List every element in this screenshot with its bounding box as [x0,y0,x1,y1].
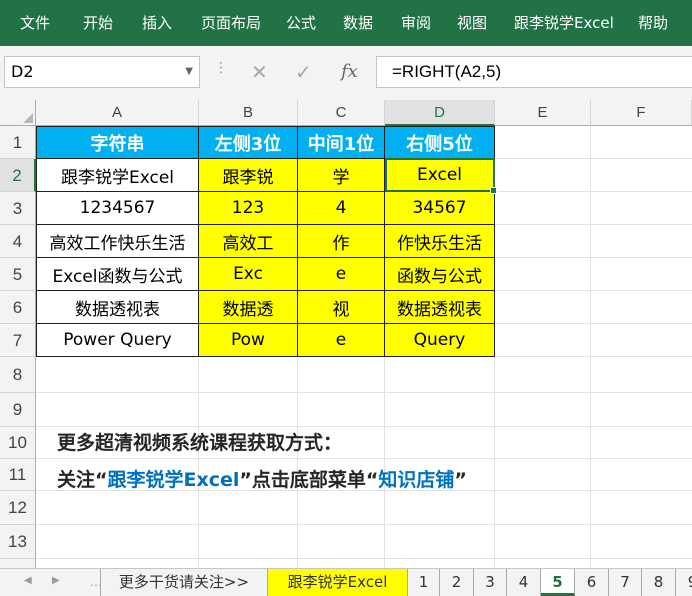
table-cell[interactable]: 123 [199,192,298,225]
promo-text: 关注“ [57,469,108,491]
table-cell[interactable]: 数据透视表 [385,291,495,324]
table-cell[interactable]: 函数与公式 [385,258,495,291]
sheet-tab-bar: ◀ ▶ … 更多干货请关注>> 跟李锐学Excel 1 2 3 4 5 6 7 … [0,568,692,596]
table-cell[interactable]: 跟李锐 [199,159,298,192]
fill-handle[interactable] [490,187,497,194]
name-box-value: D2 [11,62,34,81]
sheet-tab[interactable]: 1 [408,569,440,596]
table-cell[interactable]: 数据透 [199,291,298,324]
cancel-icon[interactable]: ✕ [251,56,268,88]
promo-text: ” [454,469,467,491]
grip-dots-icon: ⋮ [214,60,228,76]
row-header-9[interactable]: 9 [0,393,36,427]
row-header-12[interactable]: 12 [0,491,36,525]
promo-line-2: 关注“跟李锐学Excel”点击底部菜单“知识店铺” [57,465,467,492]
promo-text: ”点击底部菜单“ [239,469,379,491]
table-cell[interactable]: 高效工 [199,225,298,258]
table-cell[interactable]: 视 [298,291,385,324]
select-all-corner[interactable] [0,100,36,126]
formula-input[interactable]: =RIGHT(A2,5) [376,56,692,88]
row-header-14[interactable] [0,559,36,568]
promo-highlight: 知识店铺 [378,469,455,491]
table-cell[interactable]: 1234567 [37,192,199,225]
table-cell[interactable]: e [298,324,385,357]
ribbon-tab-bar: 文件 开始 插入 页面布局 公式 数据 审阅 视图 跟李锐学Excel 帮助 [0,0,692,46]
promo-highlight: 跟李锐学Excel [107,469,240,491]
row-header-8[interactable]: 8 [0,357,36,393]
prev-sheet-icon[interactable]: ◀ [24,575,32,586]
ribbon-tab-data[interactable]: 数据 [343,0,373,46]
table-cell[interactable]: Power Query [37,324,199,357]
row-header-1[interactable]: 1 [0,126,36,159]
ribbon-tab-help[interactable]: 帮助 [638,0,668,46]
table-cell[interactable]: Pow [199,324,298,357]
table-cell[interactable]: 跟李锐学Excel [37,159,199,192]
active-cell[interactable]: Excel [385,159,495,192]
sheet-tab[interactable]: 6 [575,569,609,596]
name-box[interactable]: D2 ▼ [4,56,200,88]
ribbon-tab-layout[interactable]: 页面布局 [201,0,261,46]
row-header-4[interactable]: 4 [0,225,36,258]
ribbon-tab-custom[interactable]: 跟李锐学Excel [514,0,614,46]
sheet-tab-active[interactable]: 5 [541,569,575,596]
table-cell[interactable]: 4 [298,192,385,225]
sheet-tab[interactable]: 更多干货请关注>> [100,569,268,596]
row-header-3[interactable]: 3 [0,192,36,225]
sheet-tab[interactable]: 4 [507,569,541,596]
table-cell[interactable]: 34567 [385,192,495,225]
promo-line-1: 更多超清视频系统课程获取方式： [57,432,343,454]
sheet-tab[interactable]: 8 [642,569,676,596]
table-header-cell[interactable]: 左侧3位 [199,127,298,159]
table-cell[interactable]: 作 [298,225,385,258]
row-header-7[interactable]: 7 [0,324,36,357]
insert-function-icon[interactable]: fx [341,56,358,88]
sheet-tab[interactable]: 9 [676,569,692,596]
table-cell[interactable]: 高效工作快乐生活 [37,225,199,258]
row-header-11[interactable]: 11 [0,459,36,491]
row-header-10[interactable]: 10 [0,427,36,459]
ribbon-tab-insert[interactable]: 插入 [142,0,172,46]
enter-icon[interactable]: ✓ [295,56,312,88]
row-header-6[interactable]: 6 [0,291,36,324]
column-header-b[interactable]: B [199,100,298,126]
sheet-tab[interactable]: 3 [474,569,507,596]
ribbon-tab-home[interactable]: 开始 [83,0,113,46]
sheet-tab[interactable]: 7 [609,569,642,596]
table-cell[interactable]: e [298,258,385,291]
sheet-tab[interactable]: 2 [440,569,474,596]
table-header-cell[interactable]: 右侧5位 [385,127,495,159]
column-header-e[interactable]: E [495,100,591,126]
ribbon-tab-file[interactable]: 文件 [20,0,50,46]
table-header-cell[interactable]: 字符串 [37,127,199,159]
table-cell[interactable]: Excel函数与公式 [37,258,199,291]
column-header-f[interactable]: F [591,100,692,126]
column-header-a[interactable]: A [36,100,199,126]
table-header-cell[interactable]: 中间1位 [298,127,385,159]
row-header-5[interactable]: 5 [0,258,36,291]
column-header-d[interactable]: D [385,100,495,126]
next-sheet-icon[interactable]: ▶ [52,575,60,586]
chevron-down-icon[interactable]: ▼ [185,57,193,87]
ribbon-tab-formulas[interactable]: 公式 [286,0,316,46]
table-cell[interactable]: 学 [298,159,385,192]
formula-bar: D2 ▼ ⋮ ✕ ✓ fx =RIGHT(A2,5) [0,46,692,100]
sheet-tab[interactable]: 跟李锐学Excel [268,569,408,596]
row-header-13[interactable]: 13 [0,525,36,559]
ribbon-tab-view[interactable]: 视图 [457,0,487,46]
row-header-2[interactable]: 2 [0,159,36,192]
table-cell[interactable]: 数据透视表 [37,291,199,324]
table-cell[interactable]: Exc [199,258,298,291]
ribbon-tab-review[interactable]: 审阅 [401,0,431,46]
table-cell[interactable]: Query [385,324,495,357]
table-cell[interactable]: 作快乐生活 [385,225,495,258]
column-header-c[interactable]: C [298,100,385,126]
